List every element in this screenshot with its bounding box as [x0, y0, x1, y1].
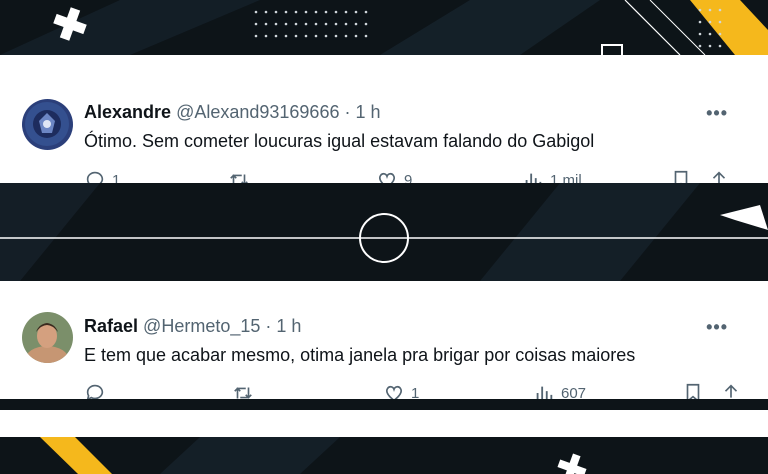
avatar[interactable]	[22, 99, 73, 150]
retweet-button[interactable]	[228, 169, 256, 183]
heart-icon	[378, 172, 396, 183]
avatar-image	[22, 312, 73, 363]
separator-dot: ·	[265, 316, 272, 336]
tweet-time[interactable]: 1 h	[276, 316, 301, 336]
tweet-header: Alexandre @Alexand93169666 · 1 h	[84, 102, 381, 123]
tweet-time[interactable]: 1 h	[356, 102, 381, 122]
retweet-icon	[230, 174, 248, 183]
retweet-icon	[234, 387, 252, 399]
views-icon	[536, 386, 553, 399]
reply-icon	[86, 171, 104, 183]
reply-icon	[86, 384, 104, 399]
share-button[interactable]	[708, 169, 730, 183]
tweet-actions: 1 9 1 mil	[0, 169, 768, 183]
like-count: 9	[404, 171, 413, 184]
more-options-button[interactable]: •••	[706, 103, 728, 124]
views-count: 607	[561, 384, 587, 400]
bottom-divider-band	[0, 410, 768, 437]
like-button[interactable]: 1	[383, 382, 419, 399]
bookmark-icon	[686, 383, 700, 399]
tweet-header: Rafael @Hermeto_15 · 1 h	[84, 316, 301, 337]
retweet-button[interactable]	[232, 382, 260, 399]
author-name[interactable]: Alexandre	[84, 102, 171, 122]
heart-icon	[385, 385, 403, 399]
reply-button[interactable]: 1	[84, 169, 120, 183]
views-icon	[525, 173, 542, 183]
views-button[interactable]: 607	[533, 382, 586, 399]
views-button[interactable]: 1 mil	[522, 169, 582, 183]
reply-count: 1	[112, 171, 121, 184]
tweet-card[interactable]: Rafael @Hermeto_15 · 1 h ••• E tem que a…	[0, 281, 768, 399]
like-button[interactable]: 9	[376, 169, 412, 183]
bookmark-icon	[674, 170, 688, 183]
avatar-image	[22, 99, 73, 150]
author-handle[interactable]: @Hermeto_15	[143, 316, 260, 336]
more-options-button[interactable]: •••	[706, 317, 728, 338]
tweet-actions: 1 607	[0, 382, 768, 399]
bookmark-button[interactable]	[670, 169, 692, 183]
tweet-text: E tem que acabar mesmo, otima janela pra…	[84, 345, 636, 365]
author-name[interactable]: Rafael	[84, 316, 138, 336]
share-icon	[712, 171, 726, 183]
avatar[interactable]	[22, 312, 73, 363]
bookmark-button[interactable]	[682, 382, 704, 399]
reply-button[interactable]	[84, 382, 112, 399]
share-icon	[724, 384, 738, 398]
tweet-card[interactable]: Alexandre @Alexand93169666 · 1 h ••• Óti…	[0, 55, 768, 183]
tweet-text: Ótimo. Sem cometer loucuras igual estava…	[84, 131, 595, 151]
separator-dot: ·	[344, 102, 351, 122]
views-count: 1 mil	[550, 171, 582, 184]
author-handle[interactable]: @Alexand93169666	[176, 102, 339, 122]
share-button[interactable]	[720, 382, 742, 399]
like-count: 1	[411, 384, 420, 400]
